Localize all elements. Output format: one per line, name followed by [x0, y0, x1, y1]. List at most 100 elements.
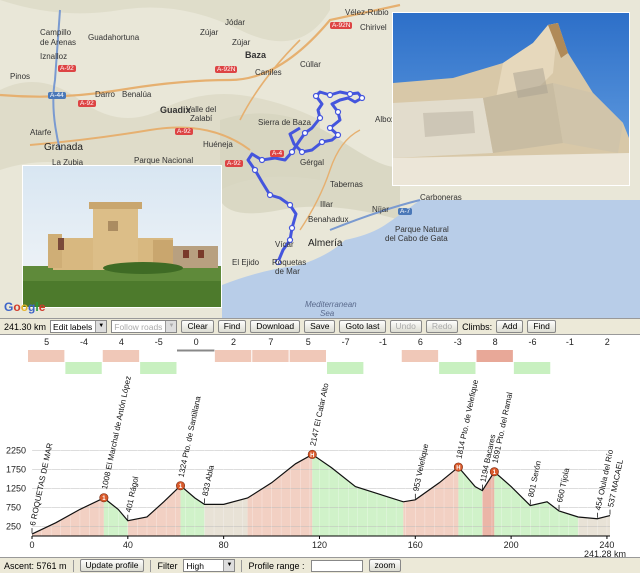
gradient-bar: [513, 362, 551, 374]
map-label: Caniles: [255, 68, 282, 77]
gradient-label: -1: [379, 337, 387, 347]
climb-category: H: [456, 466, 460, 472]
follow-roads-select[interactable]: Follow roads ▼: [111, 320, 178, 333]
gradient-label: 6: [418, 337, 423, 347]
gradient-label: 4: [119, 337, 124, 347]
map-label: Zújar: [232, 38, 251, 47]
clear-button[interactable]: Clear: [181, 320, 214, 333]
profile-range-label: Profile range :: [248, 560, 305, 571]
road-shield: A-4: [270, 150, 285, 157]
save-button[interactable]: Save: [304, 320, 336, 333]
x-tick-label: 160: [408, 540, 423, 550]
x-tick-label: 80: [219, 540, 229, 550]
map-label: Baza: [245, 50, 267, 60]
x-tick-label: 120: [312, 540, 327, 550]
route-toolbar: 241.30 km Edit labels ▼ Follow roads ▼ Cle…: [0, 318, 640, 335]
profile-range-input[interactable]: [310, 559, 363, 572]
download-button[interactable]: Download: [250, 320, 301, 333]
map-label: Atarfe: [30, 128, 52, 137]
route-map[interactable]: Campillo de Arenas Guadahortuna Jódar Zú…: [0, 0, 640, 318]
gradient-label: -6: [529, 337, 537, 347]
map-label: Darro: [95, 90, 116, 99]
map-label: El Ejido: [232, 258, 260, 267]
gradient-label: -1: [566, 337, 574, 347]
ascent-readout: Ascent: 5761 m: [4, 560, 67, 571]
gradient-bar: [177, 349, 215, 352]
filter-select[interactable]: High ▼: [183, 559, 236, 572]
gradient-label: 2: [231, 337, 236, 347]
profile-bottom-bar: Ascent: 5761 m Update profile Filter Hig…: [0, 557, 640, 573]
climb-category: H: [310, 453, 314, 459]
undo-button[interactable]: Undo: [389, 320, 422, 333]
waypoint-label: 801 Serón: [526, 460, 542, 498]
gradient-label: 0: [194, 337, 199, 347]
map-label: Chirivel: [360, 23, 387, 32]
add-climb-button[interactable]: Add: [496, 320, 524, 333]
distance-readout: 241.30 km: [4, 321, 47, 332]
separator: [72, 559, 74, 572]
zoom-button[interactable]: zoom: [368, 559, 402, 572]
map-label: Jódar: [225, 18, 246, 27]
y-tick-label: 1750: [6, 465, 26, 475]
chevron-down-icon: ▼: [223, 560, 235, 571]
gradient-label: -7: [342, 337, 350, 347]
waypoint-label: 953 Velefique: [411, 442, 430, 492]
waypoint-label: 1814 Pto. de Velefique: [455, 378, 481, 459]
find-button[interactable]: Find: [217, 320, 247, 333]
map-label: Parque Natural: [395, 225, 449, 234]
map-label: Benahadux: [308, 215, 349, 224]
map-label: Níjar: [372, 205, 389, 214]
y-tick-label: 1250: [6, 484, 26, 494]
road-shield: A-92: [225, 160, 243, 167]
map-label: Iznalloz: [40, 52, 68, 61]
gradient-bar: [289, 350, 326, 362]
waypoint-label: 1691 Pto. del Ramal: [490, 391, 514, 464]
map-label: del Cabo de Gata: [385, 234, 448, 243]
find-climb-button[interactable]: Find: [527, 320, 556, 333]
profile-chart[interactable]: 5 -4 4 -5 0 2 7 5 -7 -1 6 -3 8 -6 -1 2 2250 1750 1250 750 25…: [0, 336, 640, 558]
map-label: Carboneras: [420, 193, 462, 202]
update-profile-button[interactable]: Update profile: [79, 559, 145, 572]
waypoint-label: 2147 El Calar Alto: [308, 382, 330, 447]
gradient-bar: [65, 362, 102, 374]
y-tick-label: 2250: [6, 446, 26, 456]
redo-button[interactable]: Redo: [425, 320, 459, 333]
elevation-profile[interactable]: 5 -4 4 -5 0 2 7 5 -7 -1 6 -3 8 -6 -1 2 2250 1750 1250 750 25…: [0, 336, 640, 558]
map-label: Zalabí: [190, 114, 213, 123]
map-label: Sea: [320, 309, 335, 318]
gradient-bar: [588, 350, 625, 362]
map-label: Valle del: [186, 105, 217, 114]
separator: [150, 559, 152, 572]
chevron-down-icon: ▼: [165, 321, 177, 332]
gradient-bar: [140, 362, 177, 374]
gradient-bar: [252, 350, 289, 362]
castle-photo-image: [23, 166, 221, 307]
waypoint-label: 1324 Pto. de Santillana: [177, 395, 203, 478]
gradient-label: -5: [155, 337, 163, 347]
y-tick-label: 250: [6, 522, 21, 532]
edit-labels-select[interactable]: Edit labels ▼: [50, 320, 108, 333]
gradient-bar: [364, 362, 401, 374]
road-shield: A-92: [78, 100, 96, 107]
gradient-bar: [551, 362, 588, 374]
map-label: de Arenas: [40, 38, 77, 47]
map-label: Tabernas: [330, 180, 363, 189]
road-shield: A-92N: [215, 66, 238, 73]
gradient-bar: [102, 350, 140, 362]
map-label: Gérgal: [300, 158, 325, 167]
road-shield: A-7: [398, 208, 413, 215]
map-label: Zújar: [200, 28, 219, 37]
road-shield: A-44: [48, 92, 66, 99]
map-label: Huéneja: [203, 140, 233, 149]
gradient-label: 2: [605, 337, 610, 347]
gradient-bar: [476, 350, 513, 362]
goto-last-button[interactable]: Goto last: [339, 320, 386, 333]
gradient-label: 5: [44, 337, 49, 347]
map-label: Sierra de Baza: [258, 118, 311, 127]
quarry-photo[interactable]: [392, 12, 630, 186]
google-logo: Google: [4, 300, 46, 314]
map-label: Mediterranean: [305, 300, 357, 309]
castle-photo[interactable]: [22, 165, 222, 308]
map-label: Illar: [320, 200, 333, 209]
separator: [241, 559, 243, 572]
